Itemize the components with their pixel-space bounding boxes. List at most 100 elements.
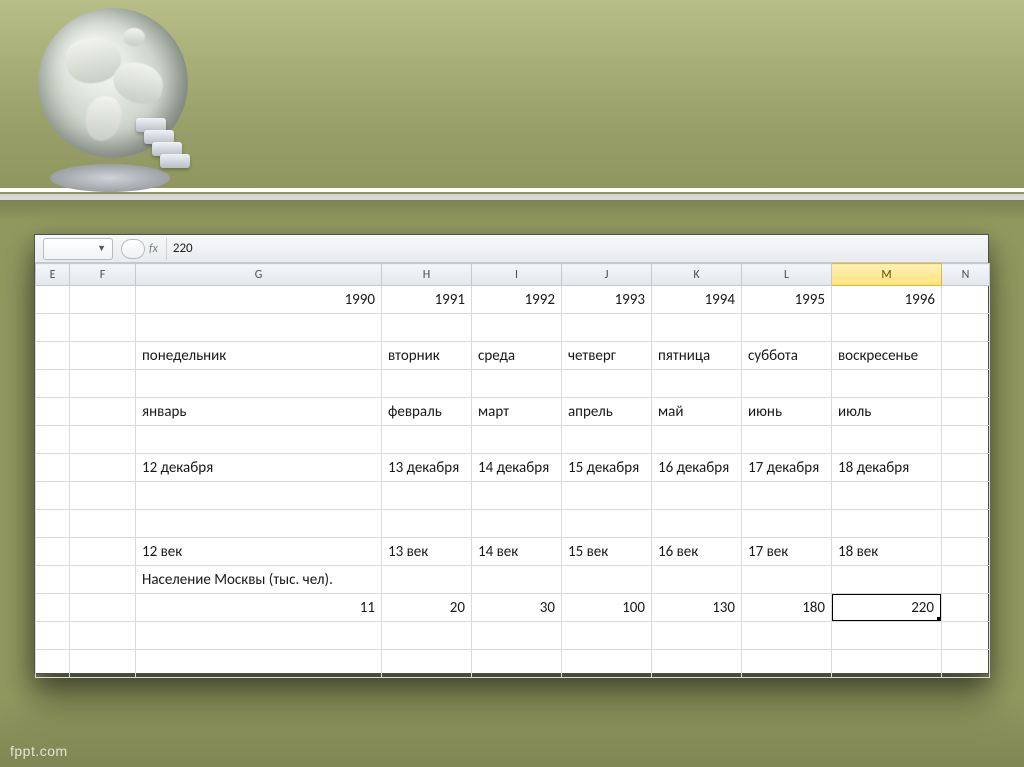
cell[interactable] [70,594,136,622]
cell[interactable] [832,622,942,650]
cell[interactable]: вторник [382,342,472,370]
cell[interactable]: 16 декабря [652,454,742,482]
table-row[interactable] [36,650,990,678]
cell[interactable] [136,426,382,454]
cell[interactable] [942,426,990,454]
cell[interactable]: 17 век [742,538,832,566]
cell[interactable] [652,482,742,510]
cell[interactable] [942,482,990,510]
cell[interactable] [742,314,832,342]
table-row[interactable]: понедельниквторниксредачетвергпятницасуб… [36,342,990,370]
cell[interactable] [942,370,990,398]
table-row[interactable] [36,370,990,398]
table-row[interactable]: Население Москвы (тыс. чел). [36,566,990,594]
cell[interactable]: 30 [472,594,562,622]
dropdown-icon[interactable]: ▼ [97,243,106,254]
table-row[interactable]: 112030100130180220 [36,594,990,622]
cell[interactable] [382,622,472,650]
fx-button[interactable] [121,239,145,259]
cell[interactable] [36,566,70,594]
column-header-G[interactable]: G [136,264,382,286]
cell[interactable] [562,314,652,342]
cell[interactable] [742,510,832,538]
cell[interactable] [36,594,70,622]
cell[interactable] [942,650,990,678]
cell[interactable] [136,370,382,398]
cell[interactable]: 100 [562,594,652,622]
cell[interactable] [382,370,472,398]
cell[interactable] [652,426,742,454]
cell[interactable]: 15 век [562,538,652,566]
cell[interactable] [382,482,472,510]
cell[interactable] [742,566,832,594]
cell[interactable] [36,314,70,342]
cell[interactable] [36,622,70,650]
cell[interactable] [472,482,562,510]
table-row[interactable]: 12 век13 век14 век15 век16 век17 век18 в… [36,538,990,566]
cell[interactable] [832,482,942,510]
cell[interactable] [562,650,652,678]
cell[interactable] [70,454,136,482]
cell[interactable]: 12 декабря [136,454,382,482]
cell[interactable]: 18 век [832,538,942,566]
cell[interactable] [472,426,562,454]
column-header-E[interactable]: E [36,264,70,286]
cell[interactable]: среда [472,342,562,370]
cell[interactable] [742,482,832,510]
table-row[interactable] [36,314,990,342]
cell[interactable] [832,314,942,342]
cell[interactable] [70,482,136,510]
cell[interactable] [36,342,70,370]
cell[interactable] [562,426,652,454]
name-box[interactable]: ▼ [43,238,113,260]
cell[interactable] [942,538,990,566]
table-row[interactable]: 1990199119921993199419951996 [36,286,990,314]
column-header-H[interactable]: H [382,264,472,286]
cell[interactable]: 16 век [652,538,742,566]
cell[interactable] [36,650,70,678]
cell[interactable]: 13 декабря [382,454,472,482]
table-row[interactable]: январьфевральмартапрельмайиюньиюль [36,398,990,426]
cell[interactable] [136,510,382,538]
cell[interactable] [70,538,136,566]
cell[interactable] [36,510,70,538]
cell[interactable] [652,314,742,342]
cell[interactable] [832,370,942,398]
cell[interactable]: февраль [382,398,472,426]
cell[interactable] [70,286,136,314]
fill-handle[interactable] [937,617,942,622]
cell[interactable] [832,566,942,594]
cell[interactable] [942,622,990,650]
cell[interactable]: 1991 [382,286,472,314]
cell[interactable]: 13 век [382,538,472,566]
cell[interactable] [942,342,990,370]
cell[interactable]: апрель [562,398,652,426]
cell[interactable] [70,622,136,650]
cell[interactable] [832,426,942,454]
cell[interactable] [472,650,562,678]
cell[interactable]: 220 [832,594,942,622]
cell[interactable] [382,426,472,454]
table-row[interactable] [36,426,990,454]
cell[interactable] [382,650,472,678]
cell[interactable]: пятница [652,342,742,370]
cell[interactable]: январь [136,398,382,426]
cell[interactable] [472,314,562,342]
cell[interactable] [652,566,742,594]
column-header-N[interactable]: N [942,264,990,286]
cell[interactable]: суббота [742,342,832,370]
cell[interactable] [742,650,832,678]
cell[interactable] [832,650,942,678]
cell[interactable]: 1992 [472,286,562,314]
cell[interactable]: март [472,398,562,426]
table-row[interactable] [36,622,990,650]
cell[interactable]: 1994 [652,286,742,314]
cell[interactable] [70,510,136,538]
cell[interactable] [36,426,70,454]
cell[interactable] [36,370,70,398]
cell[interactable] [942,314,990,342]
cell[interactable]: май [652,398,742,426]
cell[interactable] [942,566,990,594]
column-header-row[interactable]: EFGHIJKLMN [36,264,990,286]
cell[interactable] [742,622,832,650]
